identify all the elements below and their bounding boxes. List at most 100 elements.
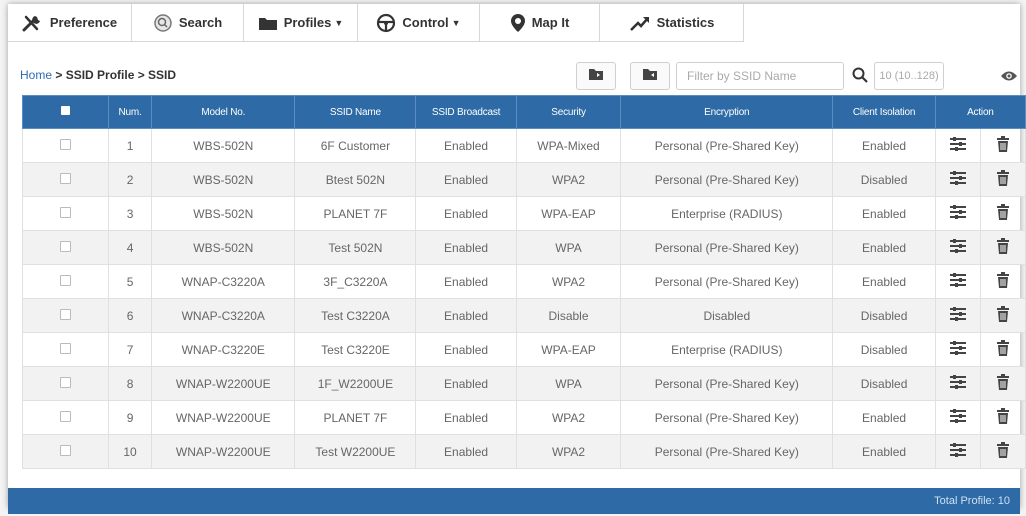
- trash-icon[interactable]: [996, 170, 1010, 186]
- trash-icon[interactable]: [996, 442, 1010, 458]
- row-checkbox[interactable]: [60, 172, 72, 184]
- cell-broadcast: Enabled: [415, 230, 517, 265]
- import-folder-button[interactable]: [630, 62, 670, 90]
- export-folder-button[interactable]: [576, 62, 616, 90]
- cell-encryption: Personal (Pre-Shared Key): [620, 400, 834, 435]
- table-row: 3 WBS-502N PLANET 7F Enabled WPA-EAP Enterpri…: [21, 196, 1026, 231]
- edit-settings-icon[interactable]: [949, 136, 967, 152]
- cell-broadcast: Enabled: [415, 128, 517, 163]
- eye-icon[interactable]: [998, 65, 1020, 87]
- edit-settings-icon[interactable]: [949, 408, 967, 424]
- cell-model: WBS-502N: [151, 230, 296, 265]
- row-checkbox[interactable]: [60, 308, 72, 320]
- cell-model: WNAP-C3220A: [151, 264, 296, 299]
- cell-isolation: Enabled: [832, 128, 936, 163]
- cell-isolation: Enabled: [832, 400, 936, 435]
- cell-model: WNAP-W2200UE: [151, 434, 296, 469]
- page-size-select[interactable]: 10 (10..128): [874, 62, 944, 90]
- table-row: 4 WBS-502N Test 502N Enabled WPA Personal (Pr…: [21, 230, 1026, 265]
- trash-icon[interactable]: [996, 272, 1010, 288]
- edit-settings-icon[interactable]: [949, 340, 967, 356]
- folder-import-icon: [642, 67, 658, 86]
- delete-cell: [979, 298, 1026, 333]
- col-header-encryption[interactable]: Encryption: [620, 95, 834, 129]
- map-it-button[interactable]: Map It: [480, 4, 600, 41]
- cell-isolation: Disabled: [832, 162, 936, 197]
- cell-ssid: Test C3220E: [294, 332, 417, 367]
- select-all-checkbox[interactable]: [61, 106, 71, 115]
- edit-settings-icon[interactable]: [949, 374, 967, 390]
- col-header-security[interactable]: Security: [515, 95, 622, 129]
- cell-broadcast: Enabled: [415, 434, 517, 469]
- row-checkbox[interactable]: [60, 444, 72, 456]
- ssid-filter-input[interactable]: [676, 62, 844, 90]
- ssid-table: Num. Model No. SSID Name SSID Broadcast …: [21, 95, 1026, 469]
- preference-label: Preference: [49, 15, 118, 30]
- row-checkbox[interactable]: [60, 410, 72, 422]
- edit-settings-icon[interactable]: [949, 238, 967, 254]
- trash-icon[interactable]: [996, 204, 1010, 220]
- search-icon[interactable]: [850, 64, 870, 86]
- row-checkbox[interactable]: [60, 138, 72, 150]
- row-checkbox[interactable]: [60, 240, 72, 252]
- statistics-button[interactable]: Statistics: [600, 4, 744, 41]
- col-header-ssid[interactable]: SSID Name: [294, 95, 417, 129]
- cell-broadcast: Enabled: [415, 298, 517, 333]
- trash-icon[interactable]: [996, 238, 1010, 254]
- search-button[interactable]: Search: [132, 4, 244, 41]
- cell-security: WPA: [515, 366, 622, 401]
- edit-settings-icon[interactable]: [949, 272, 967, 288]
- row-checkbox[interactable]: [60, 206, 72, 218]
- col-header-num[interactable]: Num.: [108, 95, 153, 129]
- steering-wheel-icon: [376, 13, 396, 33]
- cell-num: 3: [108, 196, 153, 231]
- delete-cell: [979, 332, 1026, 367]
- breadcrumb-home-link[interactable]: Home: [20, 68, 52, 82]
- trash-icon[interactable]: [996, 136, 1010, 152]
- profiles-menu-button[interactable]: Profiles ▼: [244, 4, 358, 41]
- select-all-header[interactable]: [21, 95, 110, 129]
- trash-icon[interactable]: [996, 340, 1010, 356]
- control-menu-button[interactable]: Control ▼: [358, 4, 480, 41]
- footer-bar: Total Profile: 10: [8, 488, 1020, 514]
- cell-model: WBS-502N: [151, 128, 296, 163]
- row-checkbox[interactable]: [60, 376, 72, 388]
- cell-ssid: Test C3220A: [294, 298, 417, 333]
- cell-security: WPA: [515, 230, 622, 265]
- edit-cell: [934, 298, 981, 333]
- edit-settings-icon[interactable]: [949, 170, 967, 186]
- preference-button[interactable]: Preference: [8, 4, 132, 41]
- row-select-cell: [21, 230, 110, 265]
- main-toolbar: Preference Search Profiles ▼ Control ▼ M…: [8, 4, 744, 42]
- cell-model: WNAP-W2200UE: [151, 400, 296, 435]
- col-header-broadcast[interactable]: SSID Broadcast: [415, 95, 517, 129]
- edit-settings-icon[interactable]: [949, 442, 967, 458]
- cell-model: WBS-502N: [151, 196, 296, 231]
- col-header-model[interactable]: Model No.: [151, 95, 296, 129]
- cell-security: WPA2: [515, 434, 622, 469]
- row-checkbox[interactable]: [60, 342, 72, 354]
- trend-arrow-icon: [629, 14, 651, 32]
- row-select-cell: [21, 264, 110, 299]
- row-checkbox[interactable]: [60, 274, 72, 286]
- search-globe-icon: [153, 13, 173, 33]
- row-select-cell: [21, 128, 110, 163]
- edit-settings-icon[interactable]: [949, 204, 967, 220]
- row-select-cell: [21, 434, 110, 469]
- trash-icon[interactable]: [996, 408, 1010, 424]
- cell-encryption: Enterprise (RADIUS): [620, 196, 834, 231]
- trash-icon[interactable]: [996, 374, 1010, 390]
- edit-cell: [934, 400, 981, 435]
- delete-cell: [979, 434, 1026, 469]
- cell-ssid: PLANET 7F: [294, 196, 417, 231]
- col-header-isolation[interactable]: Client Isolation: [832, 95, 936, 129]
- cell-isolation: Enabled: [832, 264, 936, 299]
- edit-cell: [934, 332, 981, 367]
- trash-icon[interactable]: [996, 306, 1010, 322]
- map-it-label: Map It: [531, 15, 570, 30]
- cell-ssid: PLANET 7F: [294, 400, 417, 435]
- edit-settings-icon[interactable]: [949, 306, 967, 322]
- cell-model: WBS-502N: [151, 162, 296, 197]
- cell-encryption: Personal (Pre-Shared Key): [620, 128, 834, 163]
- tools-icon: [22, 14, 44, 32]
